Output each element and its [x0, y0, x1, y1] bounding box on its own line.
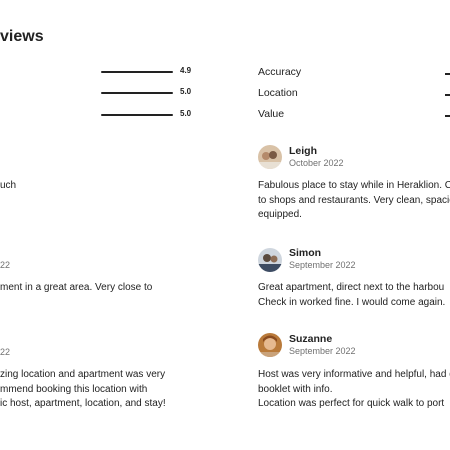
review-text: zing location and apartment was very mme…	[0, 368, 166, 412]
review-line: Location was perfect for quick walk to p…	[258, 398, 445, 409]
review-line: Host was very informative and helpful, h…	[258, 369, 450, 380]
review-line: mmend booking this location with	[0, 383, 148, 395]
rating-bar	[101, 92, 173, 94]
review-text: Fabulous place to stay while in Heraklio…	[258, 179, 450, 223]
rating-row-communication: 5.0	[101, 85, 201, 101]
rating-bar	[445, 73, 450, 75]
reviewer-avatar[interactable]	[258, 248, 282, 272]
review-text: Host was very informative and helpful, h…	[258, 368, 450, 412]
review-line: equipped.	[258, 209, 302, 220]
review-line: Fabulous place to stay while in Heraklio…	[258, 180, 450, 191]
review-date: 22	[0, 347, 11, 357]
reviewer-avatar[interactable]	[258, 145, 282, 169]
reviewer-avatar[interactable]	[258, 333, 282, 357]
rating-category-label: Value	[258, 108, 285, 120]
reviewer-name: Simon	[289, 247, 322, 259]
reviewer-name: Leigh	[289, 145, 317, 157]
review-text: Great apartment, direct next to the harb…	[258, 281, 445, 310]
review-date: October 2022	[289, 158, 344, 168]
review-text: ment in a great area. Very close to	[0, 281, 152, 296]
review-line: booklet with info.	[258, 383, 333, 395]
review-date: September 2022	[289, 346, 356, 356]
rating-value: 5.0	[180, 109, 192, 118]
rating-bar	[101, 71, 173, 73]
rating-row-checkin: 5.0	[101, 107, 201, 123]
rating-bar	[101, 114, 173, 116]
review-line: ic host, apartment, location, and stay!	[0, 398, 166, 409]
rating-value: 5.0	[180, 87, 192, 96]
review-line: Great apartment, direct next to the harb…	[258, 282, 445, 293]
rating-bar	[445, 94, 450, 96]
review-line: Check in worked fine. I would come again…	[258, 296, 446, 308]
reviews-section-title: views	[0, 28, 44, 45]
review-line: zing location and apartment was very	[0, 369, 166, 380]
review-date: September 2022	[289, 260, 356, 270]
rating-row-value: Value	[258, 108, 450, 124]
rating-category-label: Location	[258, 87, 298, 99]
review-date: 22	[0, 260, 11, 270]
rating-row-accuracy: Accuracy	[258, 66, 450, 82]
rating-category-label: Accuracy	[258, 66, 302, 78]
rating-value: 4.9	[180, 66, 192, 75]
review-line: uch	[0, 180, 17, 191]
reviewer-name: Suzanne	[289, 333, 333, 345]
rating-row-cleanliness: 4.9	[101, 64, 201, 80]
rating-bar	[445, 115, 450, 117]
rating-row-location: Location	[258, 87, 450, 103]
review-line: to shops and restaurants. Very clean, sp…	[258, 194, 450, 206]
review-text: uch	[0, 179, 16, 194]
review-line: ment in a great area. Very close to	[0, 282, 153, 293]
